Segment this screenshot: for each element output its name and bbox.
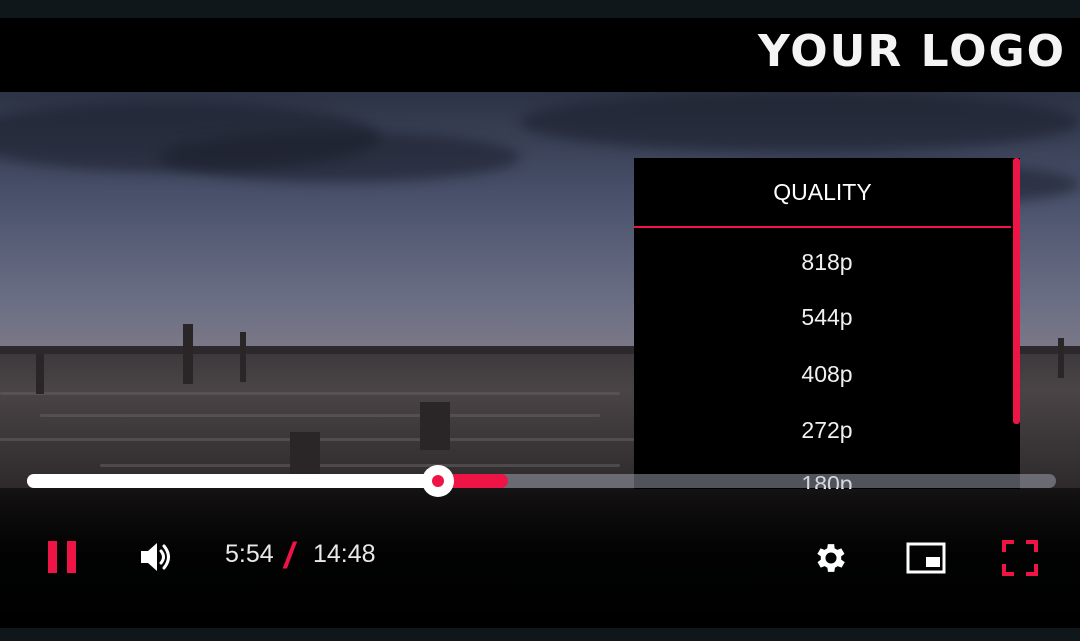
- quality-menu-title: QUALITY: [634, 158, 1011, 228]
- gear-icon: [817, 544, 845, 572]
- furrow: [100, 464, 620, 467]
- current-time: 5:54: [225, 540, 274, 568]
- fullscreen-button[interactable]: [998, 537, 1042, 579]
- cloud: [160, 132, 520, 182]
- picture-in-picture-button[interactable]: [904, 537, 948, 579]
- volume-button[interactable]: [134, 536, 178, 578]
- quality-option-272p[interactable]: 272p: [634, 410, 1020, 450]
- tree-stump: [290, 432, 320, 474]
- time-separator: /: [284, 535, 295, 576]
- played-bar: [27, 474, 438, 488]
- logo: YOUR LOGO: [757, 26, 1066, 77]
- bottom-strip: [0, 628, 1080, 641]
- quality-option-818p[interactable]: 818p: [634, 242, 1020, 282]
- cloud: [520, 92, 1080, 152]
- player-header: YOUR LOGO: [0, 18, 1080, 92]
- tree-stump: [420, 402, 450, 450]
- tree-stump: [36, 354, 44, 394]
- picture-in-picture-icon: [906, 542, 946, 574]
- tree-stump: [240, 332, 246, 382]
- quality-menu-scrollbar[interactable]: [1013, 158, 1020, 424]
- progress-handle-dot: [431, 475, 444, 487]
- furrow: [40, 414, 600, 417]
- pause-icon: [48, 541, 76, 573]
- quality-option-544p[interactable]: 544p: [634, 297, 1020, 337]
- progress-handle[interactable]: [421, 465, 454, 497]
- duration: 14:48: [313, 540, 376, 568]
- pause-button[interactable]: [40, 536, 84, 578]
- tree-stump: [1058, 338, 1064, 378]
- progress-track[interactable]: [27, 465, 1056, 497]
- settings-button[interactable]: [810, 537, 852, 579]
- tree-stump: [183, 324, 193, 384]
- quality-menu: QUALITY 818p 544p 408p 272p 180p: [634, 158, 1020, 489]
- furrow: [0, 438, 640, 441]
- furrow: [0, 392, 620, 395]
- top-strip: [0, 0, 1080, 18]
- quality-option-408p[interactable]: 408p: [634, 354, 1020, 394]
- volume-icon: [141, 543, 170, 571]
- fullscreen-icon: [1002, 540, 1038, 576]
